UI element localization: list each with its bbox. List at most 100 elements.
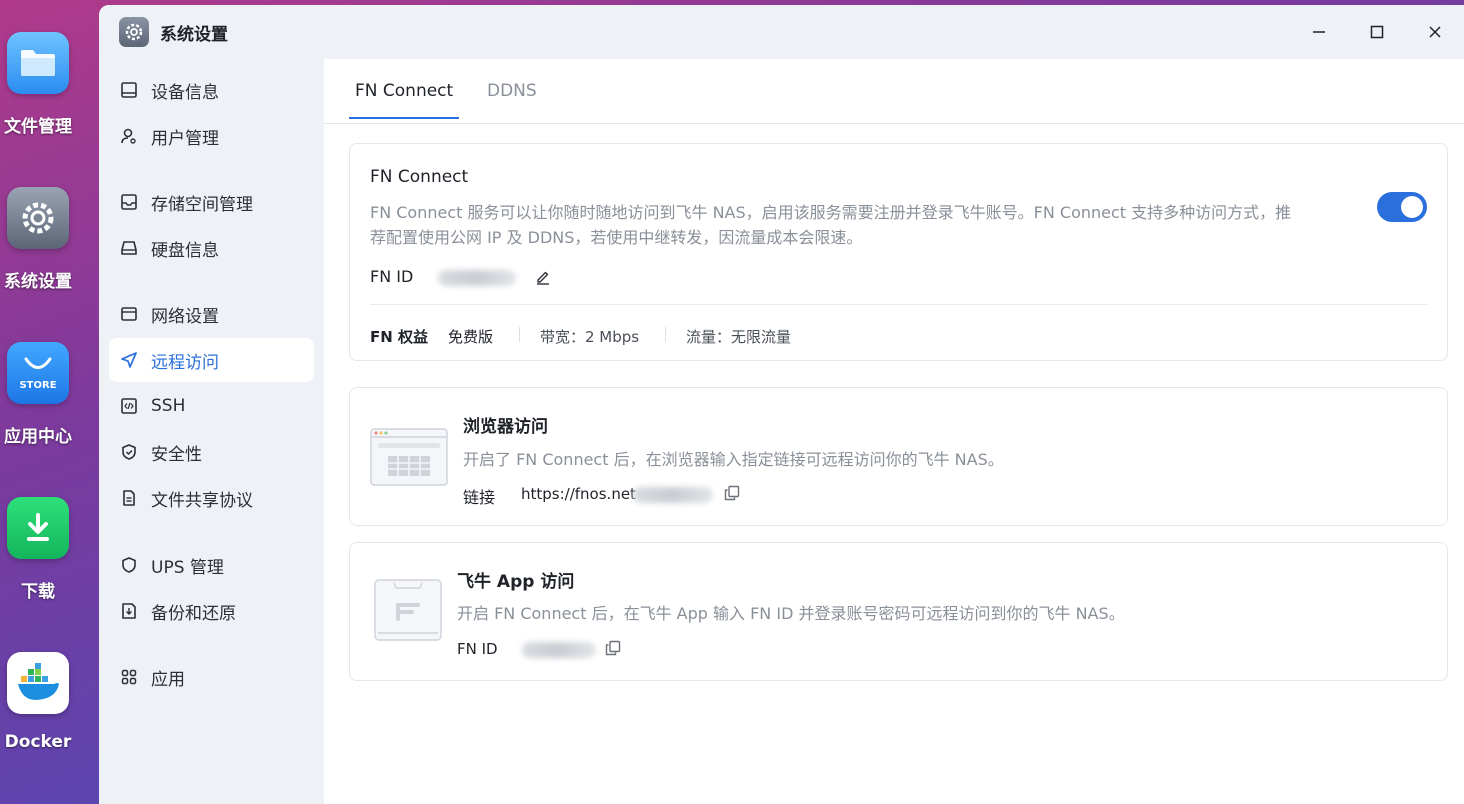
maximize-icon <box>1370 25 1384 39</box>
fn-id-value-redacted <box>438 270 516 286</box>
copy-fn-id-button[interactable] <box>604 639 622 657</box>
dock-app-docker[interactable]: Docker <box>0 652 76 752</box>
settings-app-icon <box>119 17 149 47</box>
mobile-app-icon <box>374 579 442 645</box>
app-access-card: 飞牛 App 访问 开启 FN Connect 后，在飞牛 App 输入 FN … <box>349 542 1448 681</box>
window-titlebar: 系统设置 <box>99 5 1464 59</box>
link-value-redacted <box>633 487 713 503</box>
minimize-button[interactable] <box>1290 5 1348 59</box>
sidebar-item-ssh[interactable]: SSH <box>109 384 314 428</box>
fn-connect-card: FN Connect FN Connect 服务可以让你随时随地访问到飞牛 NA… <box>349 143 1448 361</box>
sidebar-item-apps[interactable]: 应用 <box>109 655 314 699</box>
meta-separator <box>519 327 520 342</box>
link-value[interactable]: https://fnos.net <box>521 485 636 503</box>
hard-drive-icon <box>119 238 139 258</box>
dock-app-docker-label: Docker <box>4 732 72 752</box>
sidebar-item-file-sharing[interactable]: 文件共享协议 <box>109 476 314 520</box>
sidebar-item-network[interactable]: 网络设置 <box>109 292 314 336</box>
fn-connect-description-line1: FN Connect 服务可以让你随时随地访问到飞牛 NAS，启用该服务需要注册… <box>370 203 1292 222</box>
fn-rights-label: FN 权益 <box>370 328 429 346</box>
maximize-button[interactable] <box>1348 5 1406 59</box>
sidebar-item-ups[interactable]: UPS 管理 <box>109 543 314 587</box>
store-bag-icon: STORE <box>7 342 69 404</box>
minimize-icon <box>1313 31 1325 33</box>
close-icon <box>1429 26 1441 38</box>
sidebar-item-label: 存储空间管理 <box>151 194 253 215</box>
sidebar-item-device-info[interactable]: 设备信息 <box>109 68 314 112</box>
fn-plan: 免费版 <box>448 328 494 346</box>
card-divider <box>370 304 1427 305</box>
sidebar-item-label: SSH <box>151 396 186 416</box>
fn-connect-title: FN Connect <box>370 167 469 187</box>
dock-app-files-label: 文件管理 <box>4 117 72 137</box>
fn-connect-description: FN Connect 服务可以让你随时随地访问到飞牛 NAS，启用该服务需要注册… <box>370 200 1360 250</box>
window-title: 系统设置 <box>160 24 228 45</box>
fn-bandwidth: 带宽：2 Mbps <box>540 328 640 346</box>
meta-separator <box>665 327 666 342</box>
settings-gear-icon <box>7 187 69 249</box>
code-icon <box>119 396 139 416</box>
send-icon <box>119 350 139 370</box>
copy-icon <box>605 640 621 656</box>
pencil-icon <box>537 271 549 285</box>
dock-app-download-label: 下载 <box>21 582 55 602</box>
folder-icon <box>7 32 69 94</box>
settings-window: 系统设置 设备信息 用户管理 存储空间管理 硬盘信息 网络设置 远程访问 SSH… <box>99 5 1464 804</box>
sidebar-item-disk-info[interactable]: 硬盘信息 <box>109 226 314 270</box>
desktop-dock: 文件管理 系统设置 STORE 应用中心 下载 Docker <box>0 0 100 804</box>
sidebar-item-label: 文件共享协议 <box>151 490 253 511</box>
sidebar-item-label: 安全性 <box>151 444 202 465</box>
sidebar-item-user-management[interactable]: 用户管理 <box>109 114 314 158</box>
network-icon <box>119 304 139 324</box>
sidebar-item-backup[interactable]: 备份和还原 <box>109 589 314 633</box>
browser-access-card: 浏览器访问 开启了 FN Connect 后，在浏览器输入指定链接可远程访问你的… <box>349 387 1448 526</box>
copy-icon <box>724 485 740 501</box>
apps-grid-icon <box>119 667 139 687</box>
shield-check-icon <box>119 442 139 462</box>
sidebar-item-label: 用户管理 <box>151 128 219 149</box>
sidebar-item-label: 设备信息 <box>151 82 219 103</box>
docker-whale-icon <box>7 652 69 714</box>
document-icon <box>119 488 139 508</box>
dock-app-settings-label: 系统设置 <box>4 272 72 292</box>
settings-sidebar: 设备信息 用户管理 存储空间管理 硬盘信息 网络设置 远程访问 SSH 安全性 <box>99 59 324 804</box>
close-button[interactable] <box>1406 5 1464 59</box>
copy-link-button[interactable] <box>723 484 741 502</box>
link-label: 链接 <box>463 488 496 507</box>
sidebar-item-security[interactable]: 安全性 <box>109 430 314 474</box>
window-controls <box>1290 5 1464 59</box>
edit-fn-id-button[interactable] <box>534 268 552 286</box>
sidebar-item-label: 远程访问 <box>151 352 219 373</box>
sidebar-item-label: 应用 <box>151 669 185 690</box>
dock-app-files[interactable]: 文件管理 <box>0 32 76 137</box>
shield-icon <box>119 555 139 575</box>
browser-access-title: 浏览器访问 <box>463 417 548 437</box>
dock-app-store[interactable]: STORE 应用中心 <box>0 342 76 447</box>
sidebar-item-label: UPS 管理 <box>151 557 224 578</box>
browser-access-description: 开启了 FN Connect 后，在浏览器输入指定链接可远程访问你的飞牛 NAS… <box>463 450 1004 469</box>
monitor-icon <box>119 80 139 100</box>
sidebar-item-remote-access[interactable]: 远程访问 <box>109 338 314 382</box>
tab-ddns[interactable]: DDNS <box>487 81 537 117</box>
store-badge-text: STORE <box>19 379 57 391</box>
app-fn-id-value-redacted <box>522 642 596 658</box>
sidebar-item-label: 网络设置 <box>151 306 219 327</box>
sidebar-item-label: 硬盘信息 <box>151 240 219 261</box>
download-arrow-icon <box>7 497 69 559</box>
app-access-title: 飞牛 App 访问 <box>457 572 575 592</box>
dock-app-settings[interactable]: 系统设置 <box>0 187 76 292</box>
storage-icon <box>119 192 139 212</box>
fn-connect-toggle[interactable] <box>1377 192 1427 222</box>
browser-window-icon <box>370 428 448 490</box>
user-gear-icon <box>119 126 139 146</box>
fn-connect-description-line2: 荐配置使用公网 IP 及 DDNS，若使用中继转发，因流量成本会限速。 <box>370 228 863 247</box>
sidebar-item-label: 备份和还原 <box>151 603 236 624</box>
app-access-description: 开启 FN Connect 后，在飞牛 App 输入 FN ID 并登录账号密码… <box>457 604 1125 623</box>
sidebar-item-storage[interactable]: 存储空间管理 <box>109 180 314 224</box>
toggle-knob <box>1401 196 1423 218</box>
dock-app-download[interactable]: 下载 <box>0 497 76 602</box>
tab-fn-connect[interactable]: FN Connect <box>349 81 460 119</box>
main-content: FN Connect DDNS FN Connect FN Connect 服务… <box>324 59 1464 804</box>
app-fn-id-label: FN ID <box>457 640 498 658</box>
tab-bar: FN Connect DDNS <box>324 59 1464 124</box>
